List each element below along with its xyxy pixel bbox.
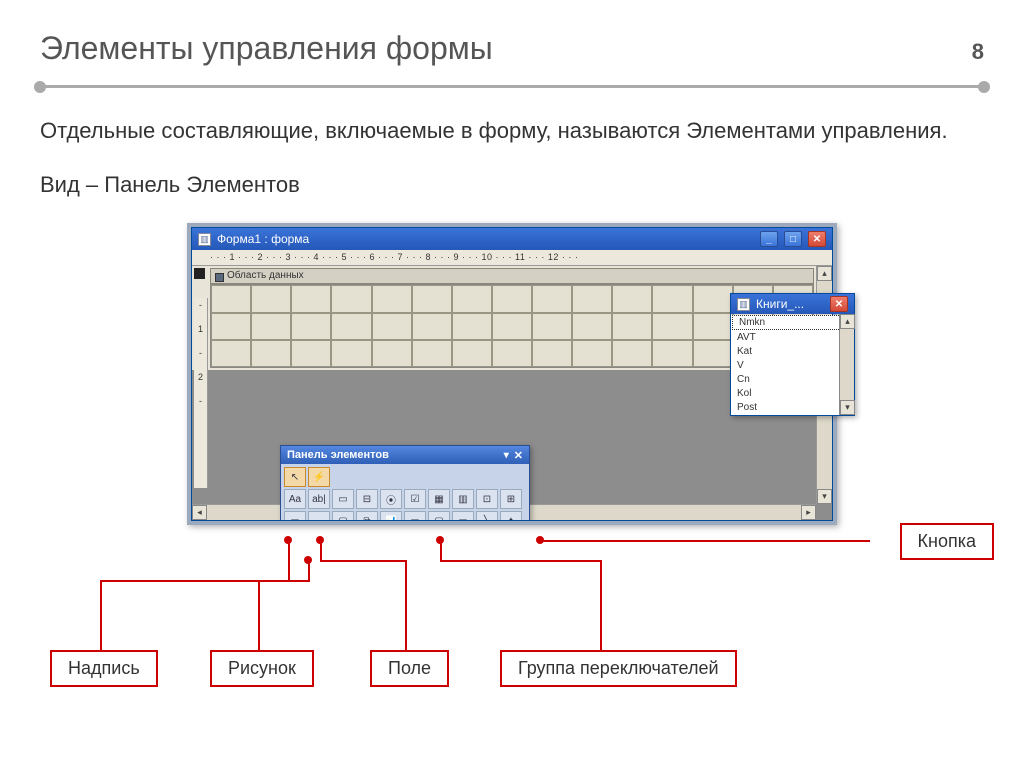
tool-tab[interactable]: ▢ (428, 511, 450, 520)
connector-line (600, 560, 602, 650)
tool-textbox[interactable]: ab| (308, 489, 330, 509)
form-title-text: Форма1 : форма (217, 232, 309, 246)
tool-more[interactable]: ✦ (500, 511, 522, 520)
field-list-title: Книги_... (756, 297, 804, 311)
scroll-up-icon[interactable]: ▴ (817, 266, 832, 281)
connector-dot (284, 536, 292, 544)
tool-combo[interactable]: ▦ (428, 489, 450, 509)
connector-line (320, 560, 407, 562)
toolbox-title: Панель элементов (287, 449, 389, 461)
tool-pointer[interactable]: ↖ (284, 467, 306, 487)
tool-checkbox[interactable]: ☑ (404, 489, 426, 509)
vertical-ruler: -1-2- (194, 298, 208, 488)
field-list-icon: ▥ (737, 298, 750, 311)
field-item[interactable]: Kat (731, 345, 854, 359)
field-list-close[interactable]: ✕ (830, 296, 848, 312)
section-header[interactable]: Область данных (210, 268, 814, 284)
callout-button: Кнопка (900, 523, 994, 560)
field-item[interactable]: Cn (731, 373, 854, 387)
paragraph-2: Вид – Панель Элементов (40, 170, 984, 200)
field-item[interactable]: Post (731, 401, 854, 415)
callout-label: Надпись (50, 650, 158, 687)
field-item[interactable]: V (731, 359, 854, 373)
tool-unbound[interactable]: ▭ (284, 511, 306, 520)
callout-group: Группа переключателей (500, 650, 737, 687)
field-item[interactable]: Nmkn (732, 315, 853, 330)
horizontal-ruler: · · · 1 · · · 2 · · · 3 · · · 4 · · · 5 … (192, 250, 832, 266)
tool-label[interactable]: Aa (284, 489, 306, 509)
page-number: 8 (972, 39, 984, 65)
connector-line (258, 580, 308, 582)
connector-dot (304, 556, 312, 564)
connector-dot (536, 536, 544, 544)
connector-line (258, 580, 260, 650)
tool-group[interactable]: ▭ (332, 489, 354, 509)
tool-subform[interactable]: ⧉ (356, 511, 378, 520)
connector-line (100, 580, 102, 650)
screenshot-area: ▥ Форма1 : форма _ □ ✕ · · · 1 · · · 2 ·… (187, 223, 837, 525)
field-item[interactable]: Kol (731, 387, 854, 401)
field-list-scrollbar[interactable]: ▴▾ (839, 314, 854, 415)
close-button[interactable]: ✕ (808, 231, 826, 247)
tool-rect[interactable]: ▢ (332, 511, 354, 520)
tool-page[interactable]: ▭ (404, 511, 426, 520)
tool-chart[interactable]: 📊 (380, 511, 402, 520)
tool-frame[interactable]: ▭ (452, 511, 474, 520)
ruler-corner[interactable] (194, 268, 205, 279)
maximize-button[interactable]: □ (784, 231, 802, 247)
connector-dot (436, 536, 444, 544)
scroll-right-icon[interactable]: ▸ (801, 505, 816, 520)
callout-picture: Рисунок (210, 650, 314, 687)
callout-field: Поле (370, 650, 449, 687)
tool-line[interactable]: — (308, 511, 330, 520)
form-grid[interactable] (210, 284, 814, 368)
connector-line (440, 560, 602, 562)
minimize-button[interactable]: _ (760, 231, 778, 247)
scroll-left-icon[interactable]: ◂ (192, 505, 207, 520)
tool-wizard[interactable]: ⚡ (308, 467, 330, 487)
field-list-titlebar[interactable]: ▥ Книги_... ✕ (731, 294, 854, 314)
connector-line (405, 560, 407, 650)
connector-line (540, 540, 870, 542)
tool-option[interactable]: ⦿ (380, 489, 402, 509)
connector-dot (316, 536, 324, 544)
tool-button[interactable]: ⊡ (476, 489, 498, 509)
toolbox-window[interactable]: Панель элементов ▾ ✕ ↖ ⚡ Aa (280, 445, 530, 520)
tool-toggle[interactable]: ⊟ (356, 489, 378, 509)
section-label: Область данных (227, 270, 304, 281)
toolbox-close-icon[interactable]: ✕ (514, 449, 523, 462)
scroll-down-icon[interactable]: ▾ (817, 489, 832, 504)
tool-list[interactable]: ▥ (452, 489, 474, 509)
connector-line (288, 540, 290, 582)
field-list-body: Nmkn AVT Kat V Cn Kol Post (731, 315, 854, 415)
field-list-window[interactable]: ▥ Книги_... ✕ Nmkn AVT Kat V Cn Kol Post… (730, 293, 855, 416)
paragraph-1: Отдельные составляющие, включаемые в фор… (40, 116, 984, 146)
tool-linebr[interactable]: ╲ (476, 511, 498, 520)
page-title: Элементы управления формы (40, 30, 493, 67)
form-titlebar[interactable]: ▥ Форма1 : форма _ □ ✕ (192, 228, 832, 250)
toolbox-titlebar[interactable]: Панель элементов ▾ ✕ (281, 446, 529, 464)
tool-image[interactable]: ⊞ (500, 489, 522, 509)
field-item[interactable]: AVT (731, 331, 854, 345)
toolbox-options-icon[interactable]: ▾ (504, 450, 510, 461)
divider-line (40, 85, 984, 88)
form-icon: ▥ (198, 233, 211, 246)
